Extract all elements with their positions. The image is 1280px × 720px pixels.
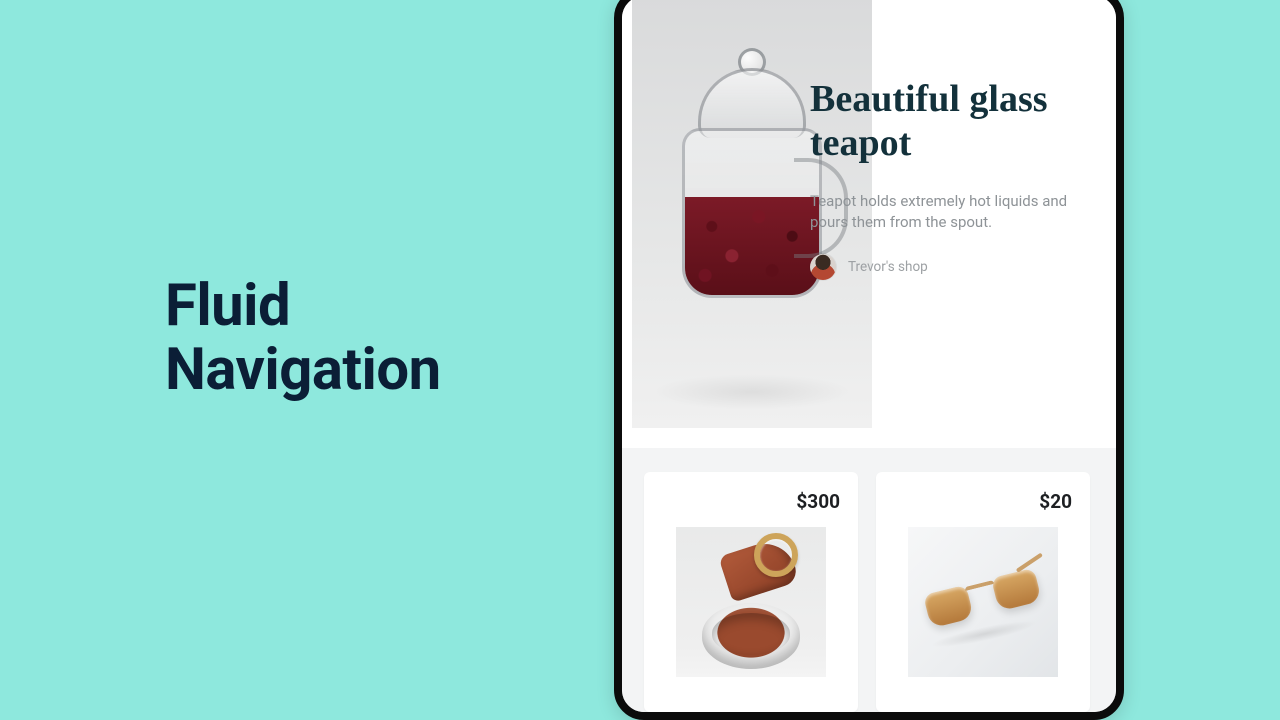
hero-description: Teapot holds extremely hot liquids and p… [810, 191, 1090, 232]
product-price: $300 [662, 490, 840, 513]
device-frame: Beautiful glass teapot Teapot holds extr… [614, 0, 1124, 720]
hero-title: Beautiful glass teapot [810, 78, 1098, 165]
product-card-belt[interactable]: $300 [644, 472, 858, 712]
headline-line-1: Fluid [165, 275, 441, 339]
hero-text-block: Beautiful glass teapot Teapot holds extr… [810, 78, 1098, 280]
product-card-sunglasses[interactable]: $20 [876, 472, 1090, 712]
headline-line-2: Navigation [165, 339, 441, 403]
shop-link[interactable]: Trevor's shop [810, 254, 1098, 280]
product-image-sunglasses [908, 527, 1058, 677]
hero-section[interactable]: Beautiful glass teapot Teapot holds extr… [622, 0, 1116, 438]
marketing-headline: Fluid Navigation [165, 275, 441, 403]
avatar [810, 254, 836, 280]
product-image-belt [676, 527, 826, 677]
shop-name: Trevor's shop [848, 259, 928, 275]
product-price: $20 [894, 490, 1072, 513]
product-grid[interactable]: $300 $20 [622, 448, 1116, 712]
